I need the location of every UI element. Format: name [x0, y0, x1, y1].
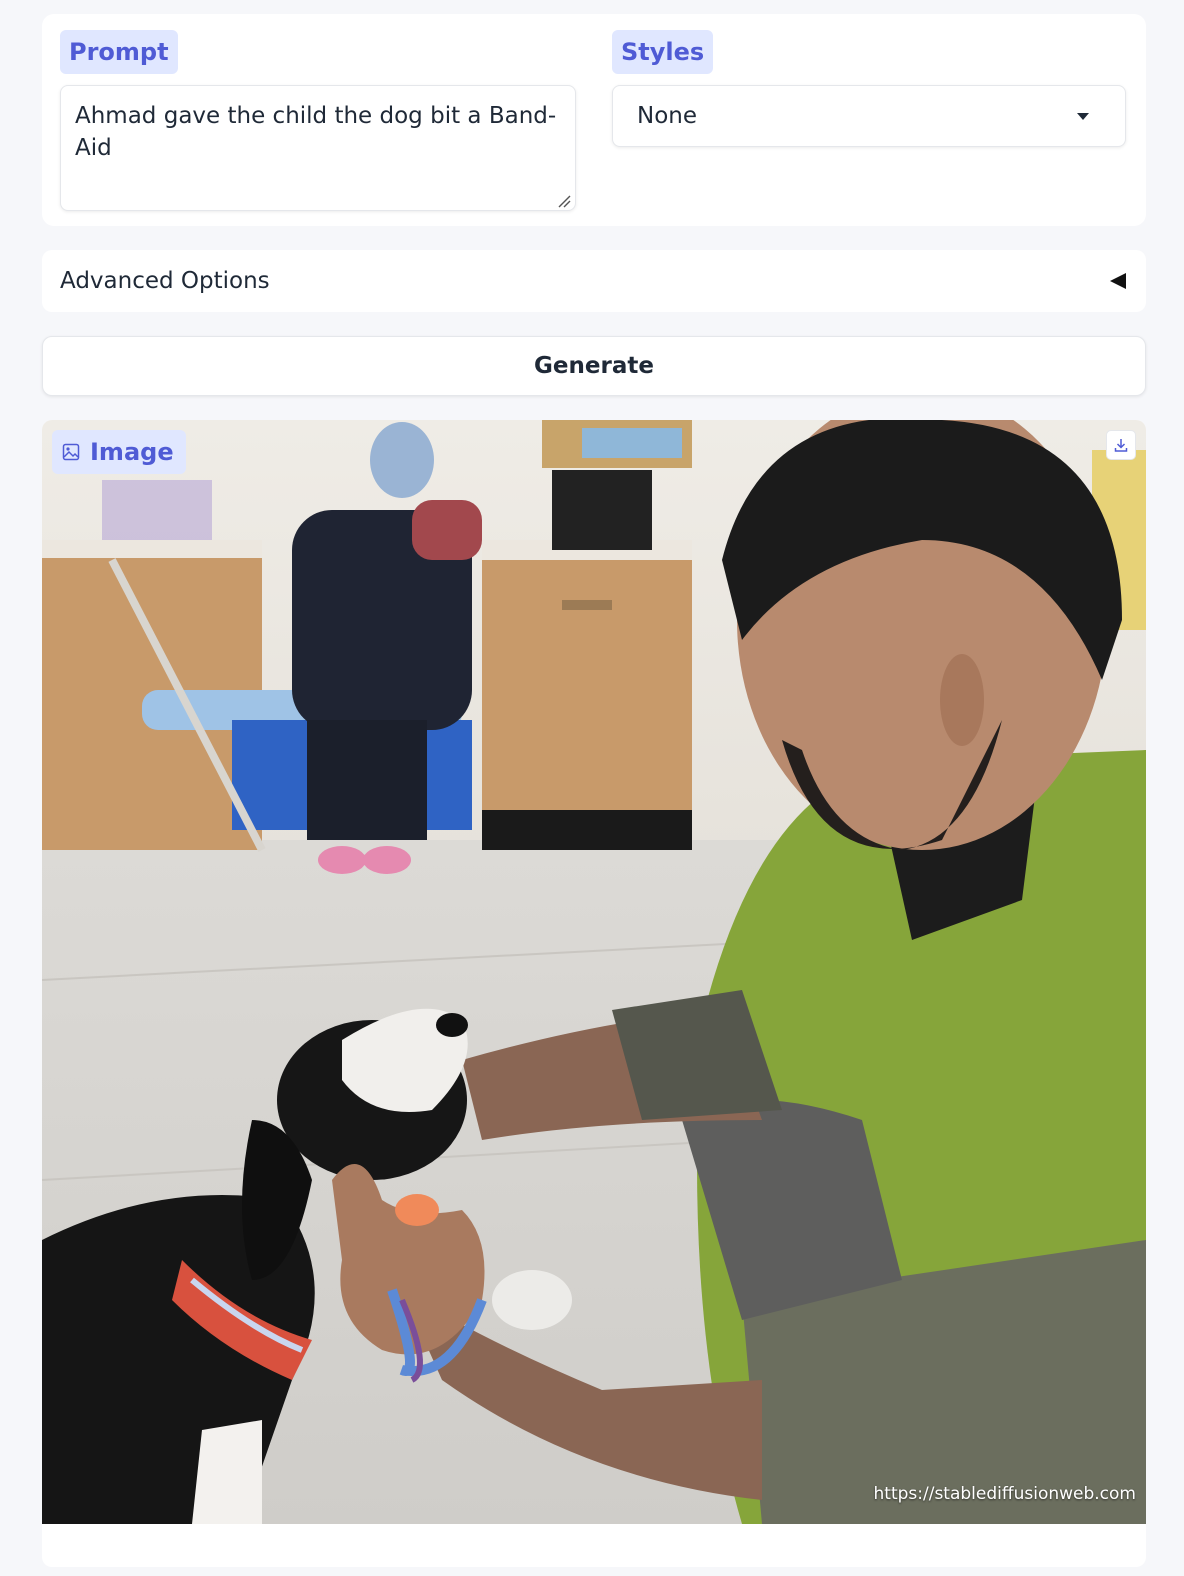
watermark-text: https://stablediffusionweb.com [873, 1484, 1136, 1504]
prompt-text: Ahmad gave the child the dog bit a Band-… [75, 103, 557, 161]
styles-label: Styles [612, 30, 714, 74]
styles-selected-value: None [637, 103, 698, 129]
output-image-panel: Image https://stablediffusionweb.com [42, 420, 1146, 1567]
download-icon [1114, 439, 1128, 452]
advanced-options-accordion[interactable]: Advanced Options [42, 250, 1146, 312]
image-label-chip: Image [52, 430, 186, 474]
collapse-arrow-icon [1110, 273, 1126, 289]
generate-button[interactable]: Generate [42, 336, 1146, 396]
resize-handle-icon[interactable] [557, 194, 571, 208]
prompt-textarea[interactable]: Ahmad gave the child the dog bit a Band-… [60, 85, 576, 211]
styles-dropdown[interactable]: None [612, 85, 1126, 147]
generated-photo [42, 420, 1146, 1524]
advanced-options-label: Advanced Options [60, 268, 270, 294]
prompt-label: Prompt [60, 30, 178, 74]
chevron-down-icon [1077, 113, 1089, 120]
image-label: Image [90, 438, 174, 466]
image-icon [62, 443, 80, 461]
input-panel: Prompt Ahmad gave the child the dog bit … [42, 14, 1146, 226]
download-button[interactable] [1106, 430, 1136, 460]
